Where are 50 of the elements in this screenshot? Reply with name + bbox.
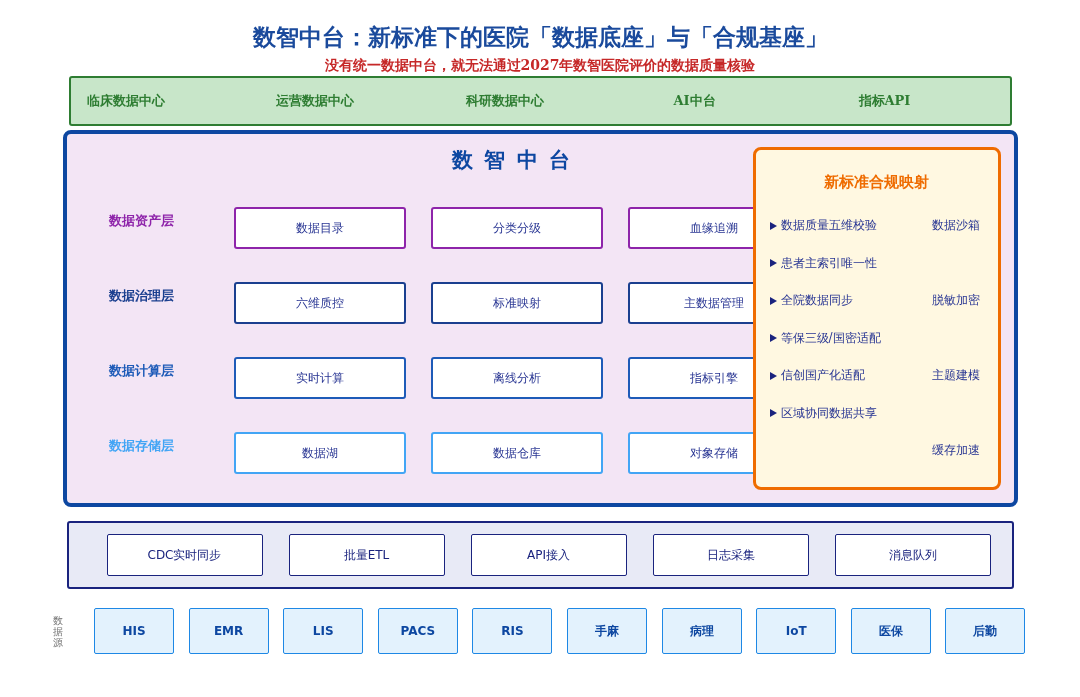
component-box: 离线分析 xyxy=(430,357,603,399)
bullet-icon xyxy=(769,409,777,418)
component-label: 脱敏加密 xyxy=(930,292,980,310)
source-box: 医保 xyxy=(850,608,931,654)
component-box: 标准映射 xyxy=(430,282,603,324)
compliance-title: 新标准合规映射 xyxy=(823,172,930,192)
component-label: 主题建模 xyxy=(930,367,980,385)
platform-title: 数 智 中 台 xyxy=(450,146,573,174)
application-label: 科研数据中心 xyxy=(465,92,544,110)
component-box: 实时计算 xyxy=(233,357,406,399)
component-box: 数据仓库 xyxy=(430,432,603,474)
component-box: 分类分级 xyxy=(430,207,603,249)
source-box: LIS xyxy=(283,608,364,654)
layer-label: 数据存储层 xyxy=(108,437,175,455)
bullet-icon xyxy=(769,296,777,305)
application-label: 运营数据中心 xyxy=(275,92,354,110)
application-label: 指标API xyxy=(858,92,911,110)
ingestion-box: 消息队列 xyxy=(834,534,991,576)
source-box: IoT xyxy=(756,608,837,654)
ingestion-box: API接入 xyxy=(470,534,627,576)
component-box: 数据目录 xyxy=(233,207,406,249)
ingestion-box: 批量ETL xyxy=(288,534,445,576)
source-box: RIS xyxy=(472,608,553,654)
component-box: 六维质控 xyxy=(233,282,406,324)
application-label: AI中台 xyxy=(673,92,716,110)
layer-label: 数据计算层 xyxy=(108,362,175,380)
component-box: 数据湖 xyxy=(233,432,406,474)
source-box: HIS xyxy=(94,608,174,654)
bullet-icon xyxy=(769,221,777,230)
source-box: EMR xyxy=(188,608,269,654)
diagram-subtitle: 没有统一数据中台，就无法通过2027年数智医院评价的数据质量核验 xyxy=(324,56,756,74)
component-label: 数据沙箱 xyxy=(930,217,980,235)
source-box: 手麻 xyxy=(566,608,647,654)
compliance-item: 患者主索引唯一性 xyxy=(780,254,877,272)
compliance-item: 区域协同数据共享 xyxy=(780,404,877,422)
bullet-icon xyxy=(769,259,777,268)
application-label: 临床数据中心 xyxy=(86,92,165,110)
ingestion-box: 日志采集 xyxy=(652,534,809,576)
layer-label: 数据治理层 xyxy=(108,287,175,305)
sources-label: 数据源 xyxy=(53,614,63,648)
diagram-title: 数智中台：新标准下的医院「数据底座」与「合规基座」 xyxy=(252,22,828,52)
source-box: 后勤 xyxy=(945,608,1026,654)
bullet-icon xyxy=(769,371,777,380)
source-box: PACS xyxy=(377,608,458,654)
component-label: 缓存加速 xyxy=(930,442,980,460)
source-box: 病理 xyxy=(661,608,742,654)
compliance-item: 等保三级/国密适配 xyxy=(780,329,881,347)
bullet-icon xyxy=(769,334,777,343)
ingestion-box: CDC实时同步 xyxy=(106,534,263,576)
layer-label: 数据资产层 xyxy=(108,212,175,230)
